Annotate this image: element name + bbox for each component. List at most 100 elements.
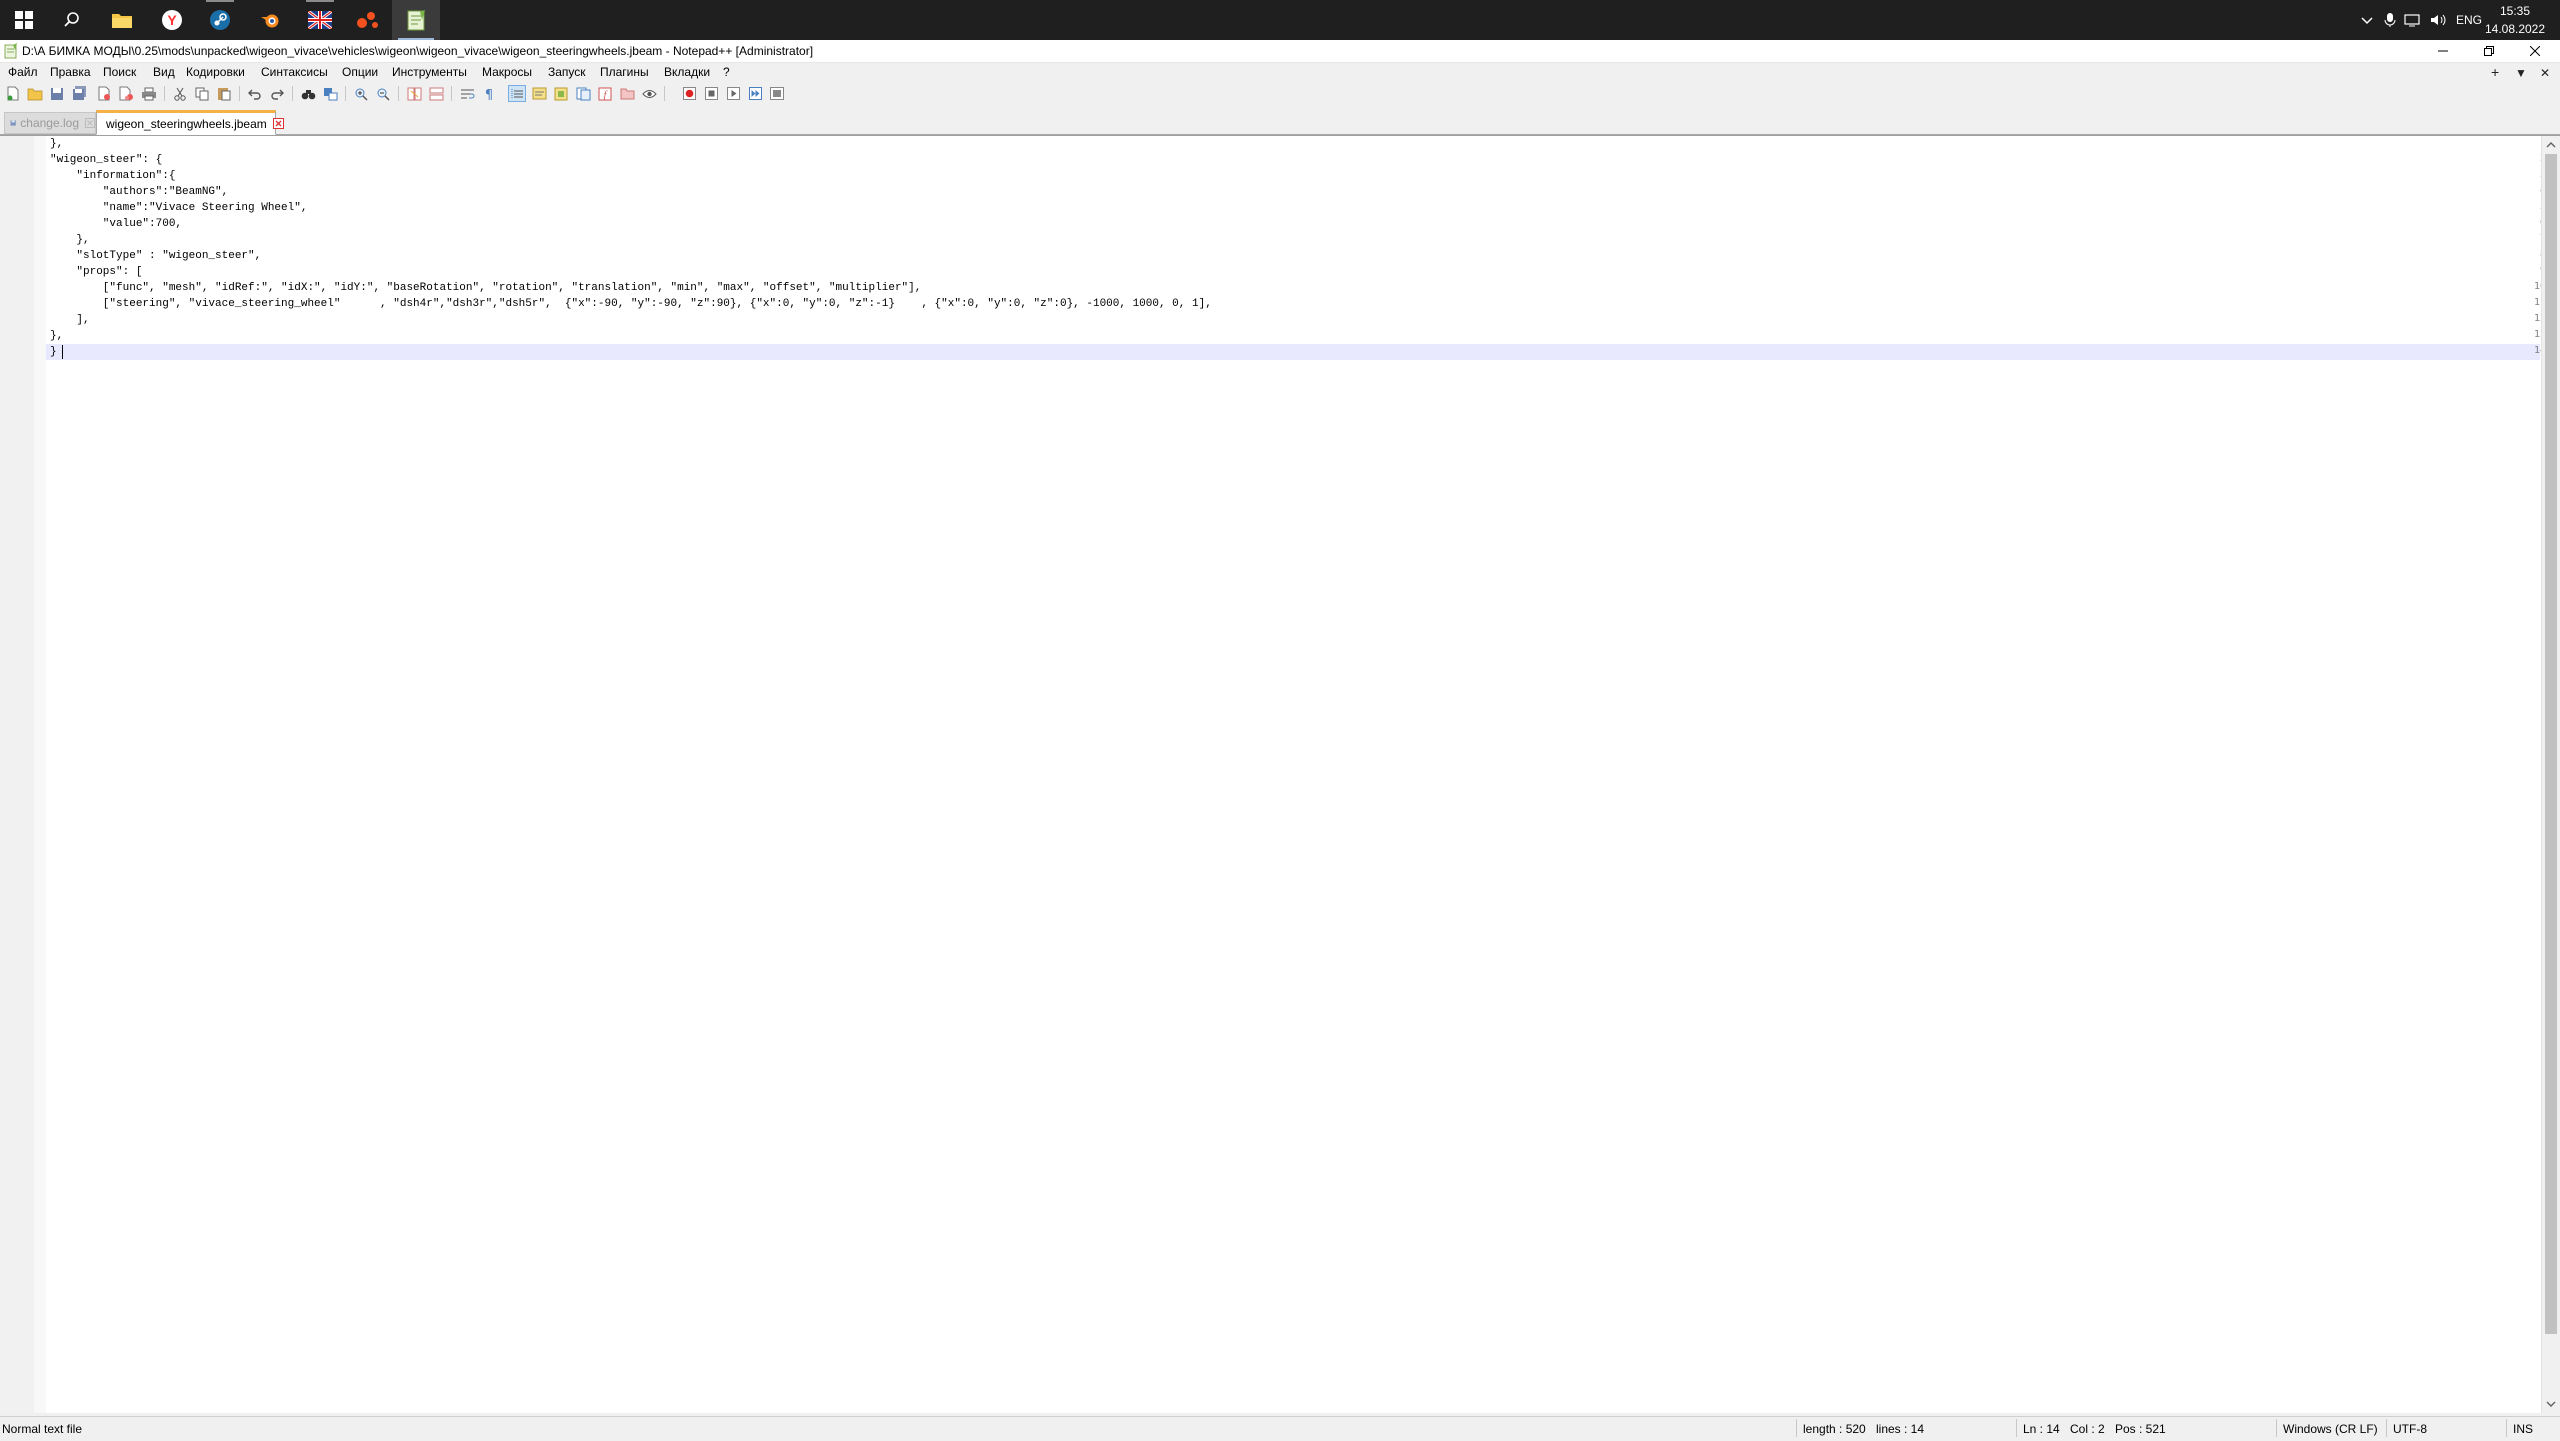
code-line[interactable]: ["func", "mesh", "idRef:", "idX:", "idY:… xyxy=(50,280,922,296)
document-list-button[interactable] xyxy=(574,85,592,102)
status-insert-mode[interactable]: INS xyxy=(2513,1422,2533,1436)
menu-window[interactable]: Вкладки xyxy=(664,65,710,79)
vertical-scrollbar[interactable] xyxy=(2541,136,2560,1413)
volume-icon[interactable] xyxy=(2430,13,2448,27)
menu-help[interactable]: ? xyxy=(723,65,730,79)
menu-search[interactable]: Поиск xyxy=(103,65,136,79)
code-area[interactable]: }, "wigeon_steer": { "information":{ "aut… xyxy=(50,136,2540,1413)
status-encoding[interactable]: UTF-8 xyxy=(2393,1422,2427,1436)
code-line[interactable]: ], xyxy=(50,312,89,328)
open-file-button[interactable] xyxy=(26,85,44,102)
scroll-up-button[interactable] xyxy=(2542,136,2560,154)
taskbar-search-button[interactable] xyxy=(48,0,96,40)
run-macro-multiple-button[interactable] xyxy=(746,85,764,102)
print-button[interactable] xyxy=(140,85,158,102)
playback-button[interactable] xyxy=(724,85,742,102)
tab-change-log[interactable]: change.log xyxy=(4,112,96,134)
restore-button[interactable] xyxy=(2466,40,2512,62)
code-line[interactable]: "slotType" : "wigeon_steer", xyxy=(50,248,261,264)
menu-macro[interactable]: Макросы xyxy=(482,65,532,79)
code-line[interactable]: "value":700, xyxy=(50,216,182,232)
close-window-button[interactable] xyxy=(2512,40,2558,62)
close-file-button[interactable] xyxy=(95,85,113,102)
user-defined-language-button[interactable] xyxy=(530,85,548,102)
function-list-button[interactable]: f xyxy=(596,85,614,102)
menu-plugins[interactable]: Плагины xyxy=(600,65,649,79)
save-all-button[interactable] xyxy=(70,85,88,102)
save-macro-button[interactable] xyxy=(768,85,786,102)
scroll-down-button[interactable] xyxy=(2542,1395,2560,1413)
chevron-up-icon[interactable] xyxy=(2360,15,2374,25)
network-icon[interactable] xyxy=(2404,13,2422,27)
steam-icon xyxy=(210,10,230,30)
text-editor[interactable]: 1234567891011121314 },"wigeon_steer": { … xyxy=(0,135,2560,1413)
code-line[interactable]: "name":"Vivace Steering Wheel", xyxy=(50,200,308,216)
menu-run[interactable]: Запуск xyxy=(548,65,586,79)
save-button[interactable] xyxy=(48,85,66,102)
clock-date: 14.08.2022 xyxy=(2484,22,2546,36)
menu-edit[interactable]: Правка xyxy=(50,65,91,79)
menu-language[interactable]: Синтаксисы xyxy=(261,65,328,79)
paste-button[interactable] xyxy=(215,85,233,102)
folder-as-workspace-button[interactable] xyxy=(618,85,636,102)
zoom-out-button[interactable] xyxy=(374,85,392,102)
menu-file[interactable]: Файл xyxy=(8,65,38,79)
code-line[interactable]: "information":{ xyxy=(50,168,175,184)
code-line[interactable]: }, xyxy=(50,136,63,152)
status-column[interactable]: Col : 2 xyxy=(2070,1422,2105,1436)
taskbar-file-explorer[interactable] xyxy=(98,0,146,40)
minimize-button[interactable] xyxy=(2420,40,2466,62)
stop-recording-button[interactable] xyxy=(702,85,720,102)
menu-tools[interactable]: Инструменты xyxy=(392,65,467,79)
cut-button[interactable] xyxy=(171,85,189,102)
menu-view[interactable]: Вид xyxy=(153,65,175,79)
scrollbar-thumb[interactable] xyxy=(2545,154,2557,1334)
taskbar-clock[interactable]: 15:35 14.08.2022 xyxy=(2480,2,2550,38)
language-indicator[interactable]: ENG xyxy=(2456,13,2482,27)
code-line[interactable]: "props": [ xyxy=(50,264,142,280)
new-tab-plus-button[interactable]: + xyxy=(2491,64,2499,80)
taskbar-flag-app[interactable] xyxy=(296,0,344,40)
copy-button[interactable] xyxy=(193,85,211,102)
tab-list-dropdown-button[interactable]: ▼ xyxy=(2515,66,2527,80)
window-title-bar[interactable]: D:\А БИМКА МОДЫ\0.25\mods\unpacked\wigeo… xyxy=(0,40,2560,63)
menu-settings[interactable]: Опции xyxy=(342,65,378,79)
tab-wigeon-steeringwheels[interactable]: wigeon_steeringwheels.jbeam xyxy=(96,110,284,135)
code-line[interactable]: "wigeon_steer": { xyxy=(50,152,162,168)
tab-close-button[interactable] xyxy=(85,117,95,129)
menu-encoding[interactable]: Кодировки xyxy=(186,65,245,79)
windows-start-button[interactable] xyxy=(0,0,48,40)
code-line[interactable]: }, xyxy=(50,328,63,344)
taskbar-blender[interactable] xyxy=(246,0,294,40)
taskbar-media-app[interactable] xyxy=(344,0,392,40)
sync-vertical-button[interactable] xyxy=(405,85,423,102)
start-recording-button[interactable] xyxy=(680,85,698,102)
show-all-characters-button[interactable]: ¶ xyxy=(480,85,498,102)
close-document-button[interactable]: ✕ xyxy=(2540,66,2550,80)
document-map-button[interactable] xyxy=(552,85,570,102)
taskbar-notepad-plus-plus[interactable] xyxy=(392,0,440,40)
new-file-button[interactable] xyxy=(4,85,22,102)
tab-close-button[interactable] xyxy=(272,118,284,130)
taskbar-steam[interactable] xyxy=(196,0,244,40)
fold-margin[interactable] xyxy=(34,136,46,1413)
sync-horizontal-button[interactable] xyxy=(427,85,445,102)
taskbar-yandex-browser[interactable]: Y xyxy=(148,0,196,40)
code-line[interactable]: "authors":"BeamNG", xyxy=(50,184,228,200)
code-line[interactable]: ["steering", "vivace_steering_wheel" , "… xyxy=(50,296,1212,312)
status-position[interactable]: Pos : 521 xyxy=(2115,1422,2166,1436)
word-wrap-button[interactable] xyxy=(458,85,476,102)
redo-button[interactable] xyxy=(268,85,286,102)
undo-button[interactable] xyxy=(246,85,264,102)
monitoring-button[interactable] xyxy=(640,85,658,102)
status-line-number[interactable]: Ln : 14 xyxy=(2023,1422,2060,1436)
indent-guide-button[interactable] xyxy=(508,85,526,102)
replace-button[interactable] xyxy=(321,85,339,102)
code-line[interactable]: } xyxy=(50,344,57,360)
status-eol-format[interactable]: Windows (CR LF) xyxy=(2283,1422,2378,1436)
code-line[interactable]: }, xyxy=(50,232,89,248)
microphone-icon[interactable] xyxy=(2384,12,2396,28)
zoom-in-button[interactable] xyxy=(352,85,370,102)
find-button[interactable] xyxy=(299,85,317,102)
close-all-button[interactable] xyxy=(117,85,135,102)
